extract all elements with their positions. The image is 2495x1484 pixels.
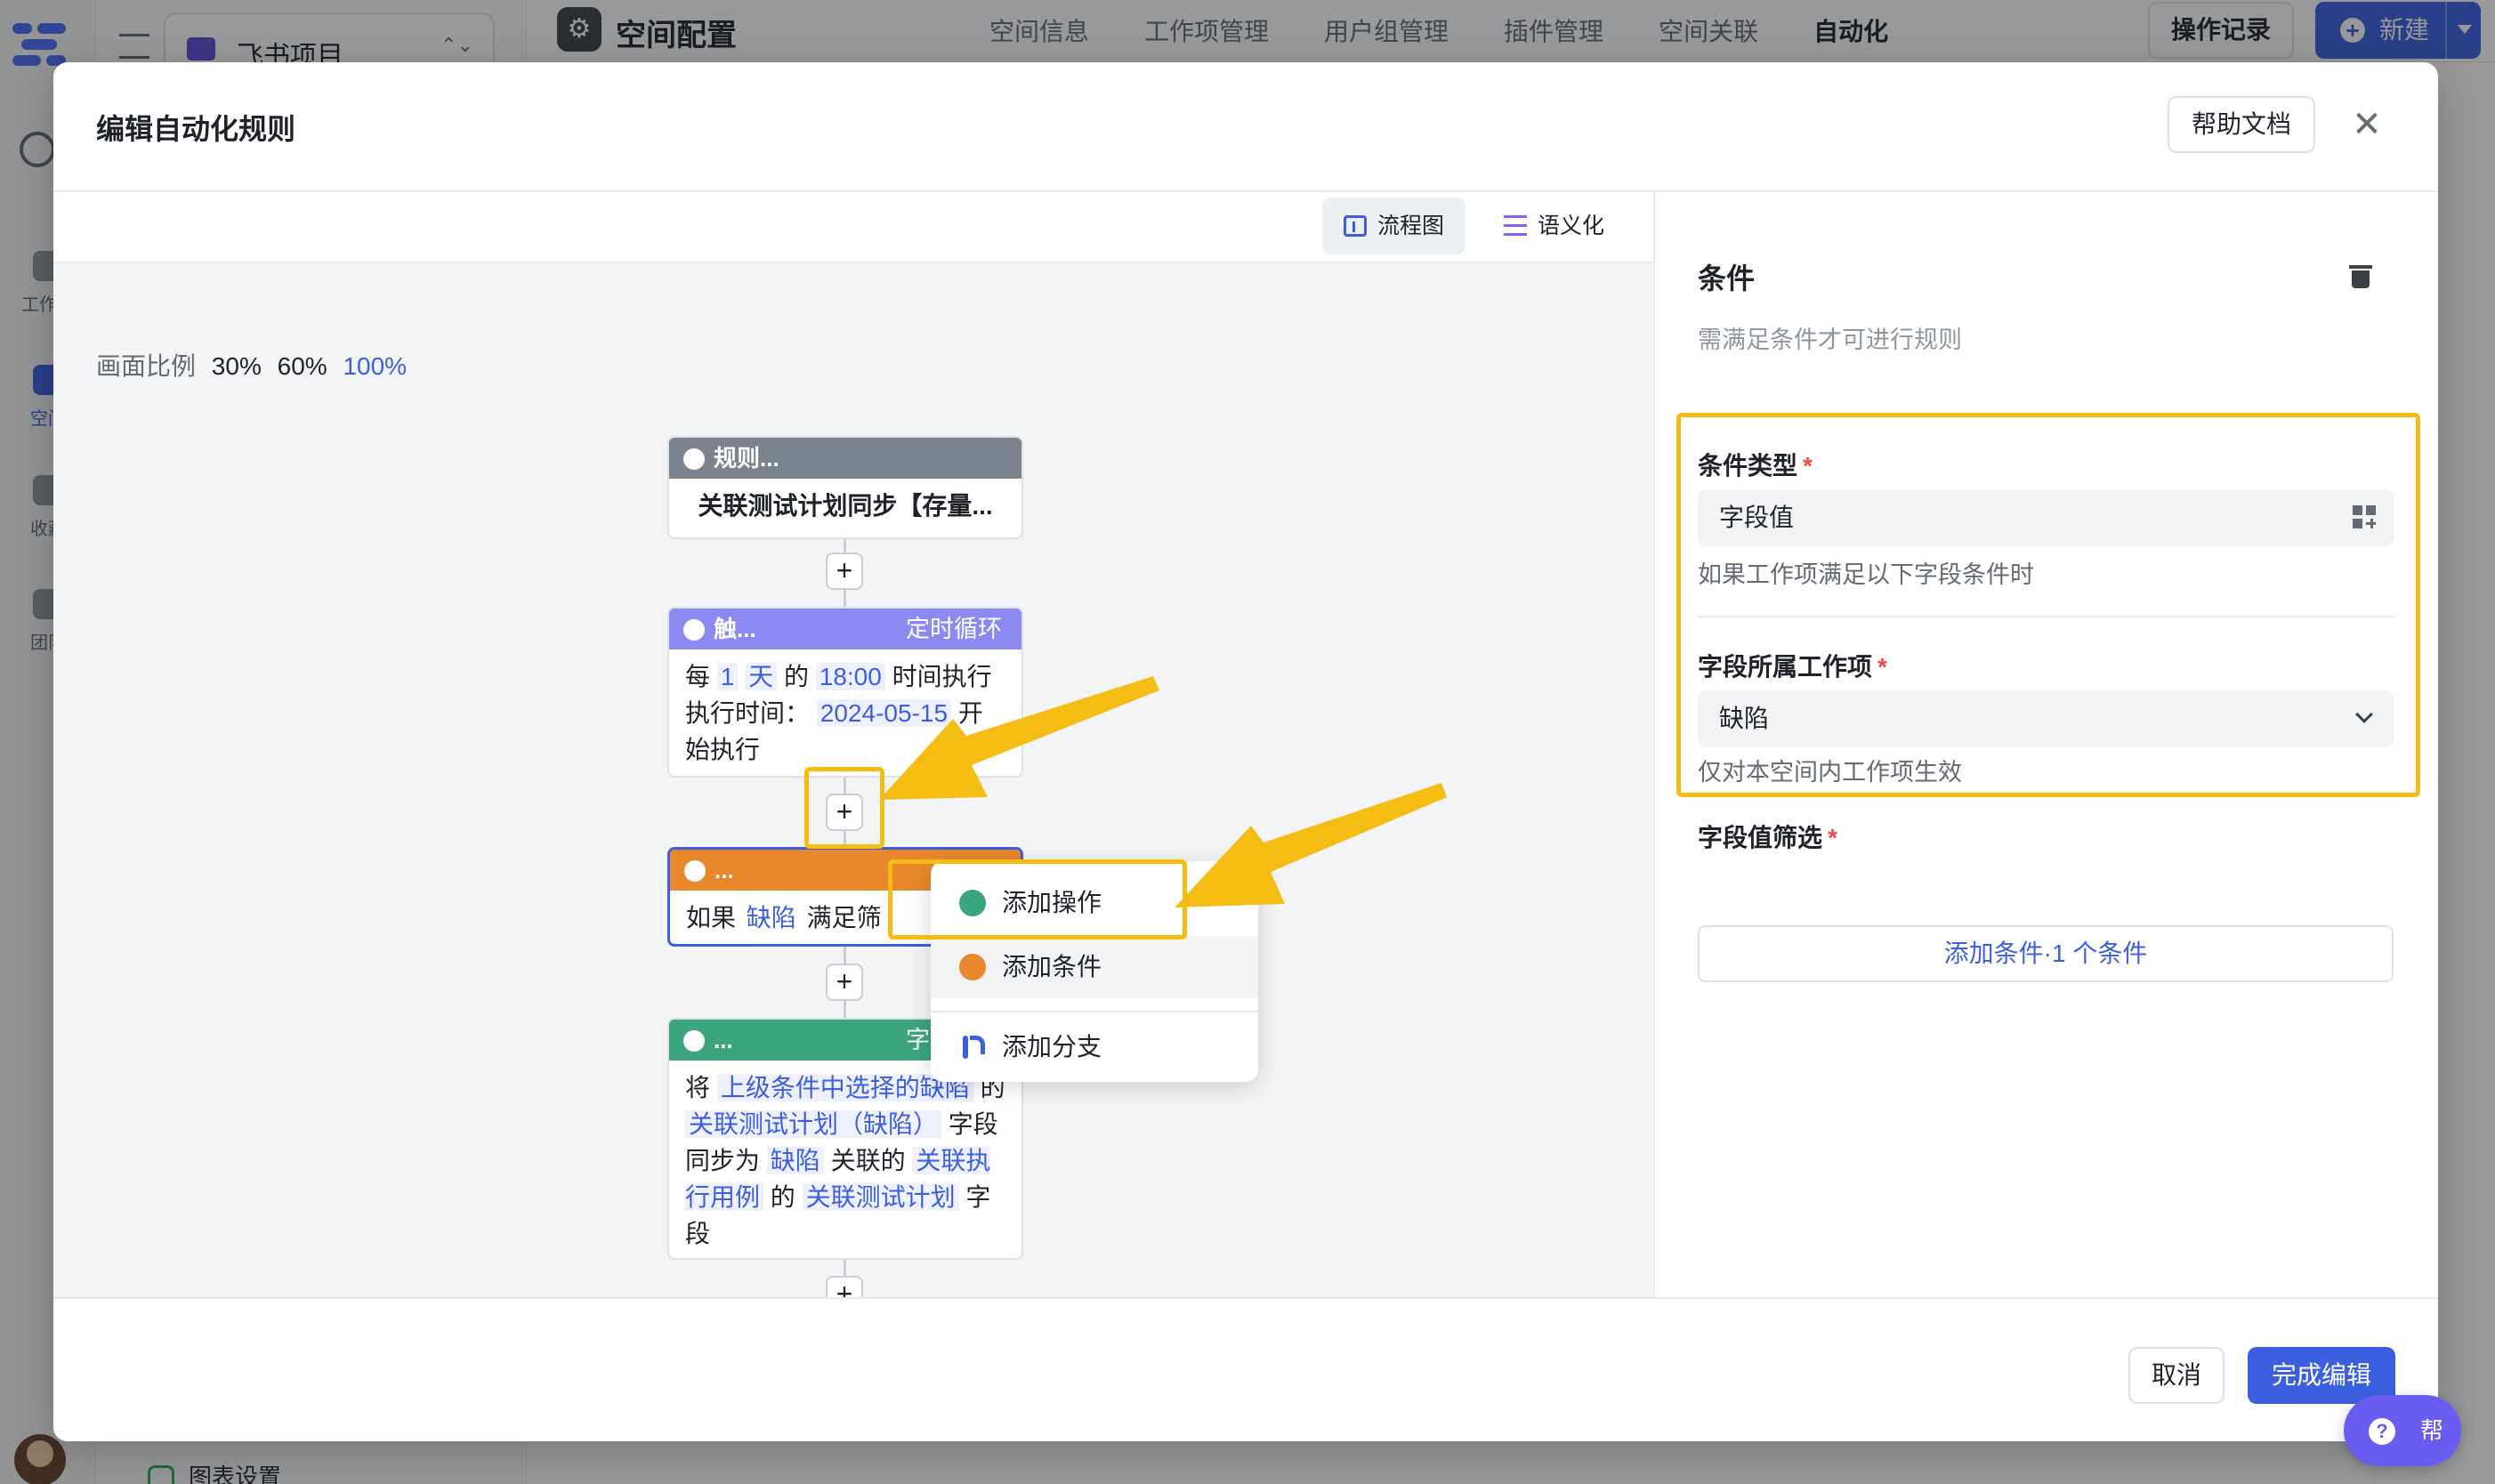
cancel-button[interactable]: 取消 xyxy=(2128,1347,2225,1404)
panel-title: 条件 xyxy=(1698,262,1756,294)
field-filter-label: 字段值筛选 * xyxy=(1698,824,1837,851)
modal-title: 编辑自动化规则 xyxy=(96,113,296,145)
trash-icon[interactable] xyxy=(2349,263,2372,288)
flow-canvas[interactable]: 流程图 语义化 画面比例 30% 60% 100% 规则... 关联测试计划同步… xyxy=(53,192,1653,1297)
modal-footer: 取消 完成编辑 xyxy=(53,1297,2438,1441)
help-icon: ? xyxy=(2369,1418,2395,1445)
close-icon[interactable]: ✕ xyxy=(2347,105,2386,144)
help-button[interactable]: ? 帮助 xyxy=(2344,1395,2461,1466)
help-doc-button[interactable]: 帮助文档 xyxy=(2168,96,2315,153)
add-condition-button[interactable]: 添加条件·1 个条件 xyxy=(1698,925,2394,982)
modal-header: 编辑自动化规则 帮助文档 ✕ xyxy=(53,62,2438,192)
panel-description: 需满足条件才可进行规则 xyxy=(1698,327,1962,353)
edit-automation-modal: 编辑自动化规则 帮助文档 ✕ 流程图 语义化 画面比例 30% 60% 100% xyxy=(53,62,2438,1441)
arrow-to-add-condition xyxy=(1175,783,1447,907)
annotation-arrows xyxy=(879,676,1447,907)
highlight-panel-fields xyxy=(1676,413,2420,797)
condition-settings-panel: 条件 需满足条件才可进行规则 条件类型 * 字段值 如果工作项满足以下字段条件时 … xyxy=(1653,192,2438,1297)
arrow-to-plus-button xyxy=(879,676,1159,800)
